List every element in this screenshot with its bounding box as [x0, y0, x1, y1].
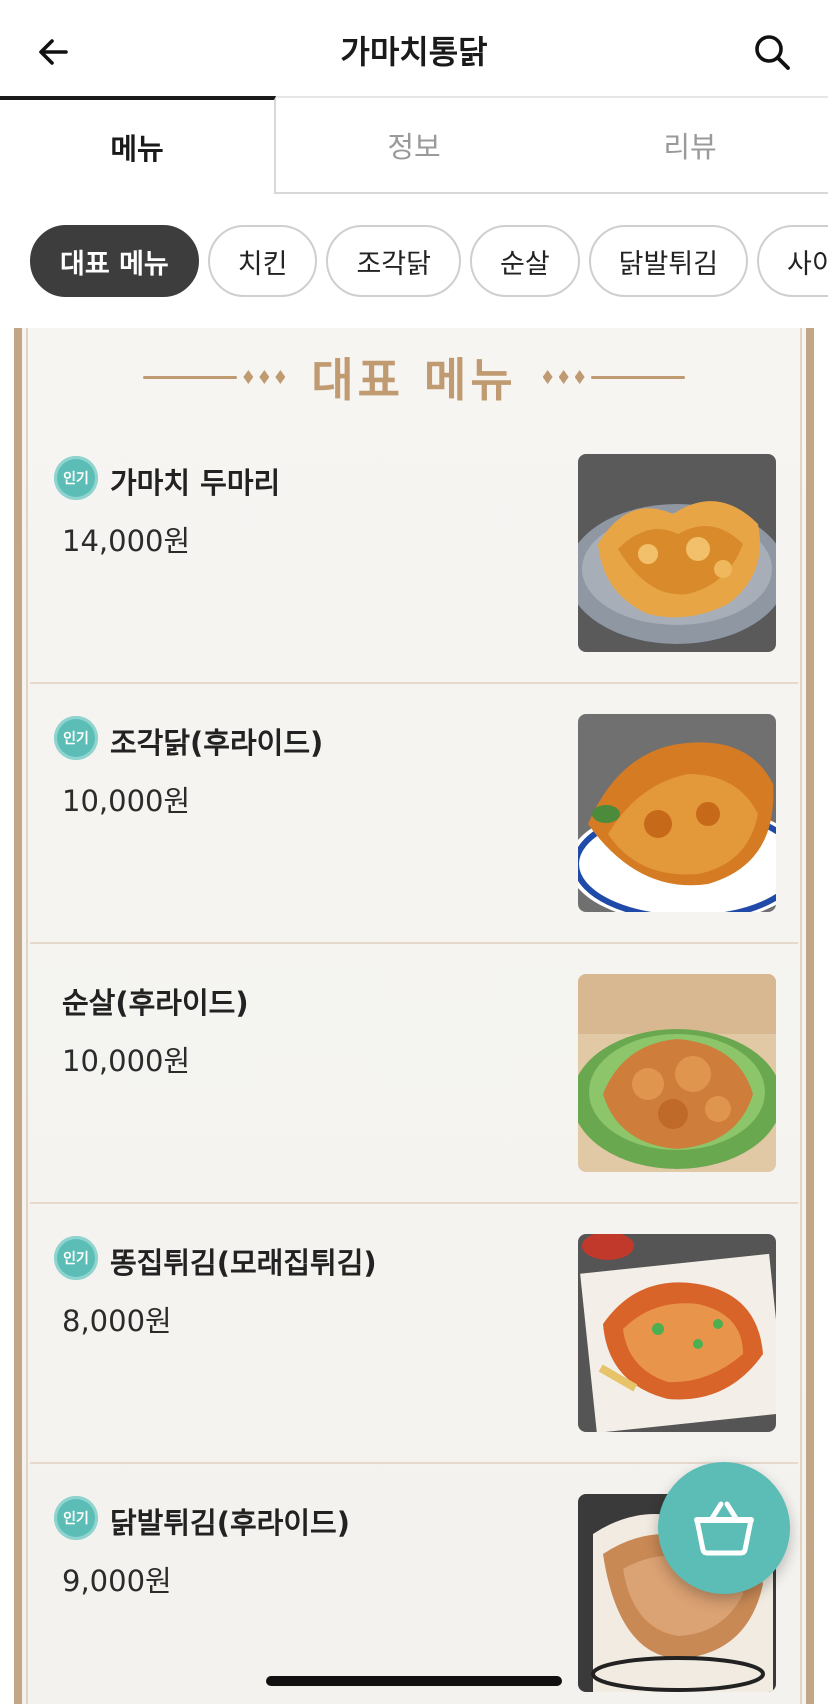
- menu-item[interactable]: 순살(후라이드) 10,000원: [30, 944, 798, 1204]
- chip-chicken-feet[interactable]: 닭발튀김: [588, 225, 749, 297]
- boneless-chicken-image: [578, 974, 776, 1172]
- menu-item-price: 9,000원: [62, 1564, 172, 1598]
- chip-side[interactable]: 사이드: [757, 225, 828, 297]
- fried-gizzards-image: [578, 1234, 776, 1432]
- cart-button[interactable]: [658, 1462, 790, 1594]
- whole-fried-chicken-image: [578, 454, 776, 652]
- category-chips: 대표 메뉴 치킨 조각닭 순살 닭발튀김 사이드: [30, 225, 828, 297]
- tab-reviews[interactable]: 리뷰: [552, 96, 828, 194]
- tab-info[interactable]: 정보: [276, 96, 552, 194]
- menu-item-price: 14,000원: [62, 524, 191, 558]
- chip-boneless[interactable]: 순살: [469, 225, 580, 297]
- app-header: 가마치통닭: [0, 0, 828, 98]
- search-button[interactable]: [746, 26, 798, 78]
- popular-badge: 인기: [54, 456, 98, 500]
- menu-item-name: 가마치 두마리: [110, 466, 281, 500]
- chip-chicken[interactable]: 치킨: [207, 225, 318, 297]
- tab-bar: 메뉴 정보 리뷰: [0, 96, 828, 194]
- menu-item-name: 조각닭(후라이드): [110, 726, 324, 760]
- chicken-pieces-image: [578, 714, 776, 912]
- menu-item[interactable]: 인기 똥집튀김(모래집튀김) 8,000원: [30, 1204, 798, 1464]
- menu-item[interactable]: 인기 조각닭(후라이드) 10,000원: [30, 684, 798, 944]
- page-title: 가마치통닭: [340, 33, 488, 71]
- menu-item-name: 닭발튀김(후라이드): [110, 1506, 350, 1540]
- menu-item[interactable]: 인기 가마치 두마리 14,000원: [30, 424, 798, 684]
- popular-badge: 인기: [54, 1236, 98, 1280]
- board-header: 대표 메뉴: [22, 342, 806, 412]
- menu-item-price: 8,000원: [62, 1304, 172, 1338]
- popular-badge: 인기: [54, 716, 98, 760]
- ornament-left: [143, 370, 286, 384]
- board-title: 대표 메뉴: [311, 353, 517, 407]
- search-icon: [755, 35, 790, 70]
- popular-badge: 인기: [54, 1496, 98, 1540]
- chip-piece-chicken[interactable]: 조각닭: [326, 225, 461, 297]
- chip-signature-menu[interactable]: 대표 메뉴: [30, 225, 199, 297]
- menu-item-name: 똥집튀김(모래집튀김): [110, 1246, 377, 1280]
- basket-icon: [694, 1501, 754, 1556]
- menu-item-name: 순살(후라이드): [62, 986, 249, 1020]
- menu-item-price: 10,000원: [62, 1044, 191, 1078]
- home-indicator: [266, 1676, 562, 1686]
- menu-item-price: 10,000원: [62, 784, 191, 818]
- ornament-right: [542, 370, 685, 384]
- tab-menu[interactable]: 메뉴: [0, 96, 276, 194]
